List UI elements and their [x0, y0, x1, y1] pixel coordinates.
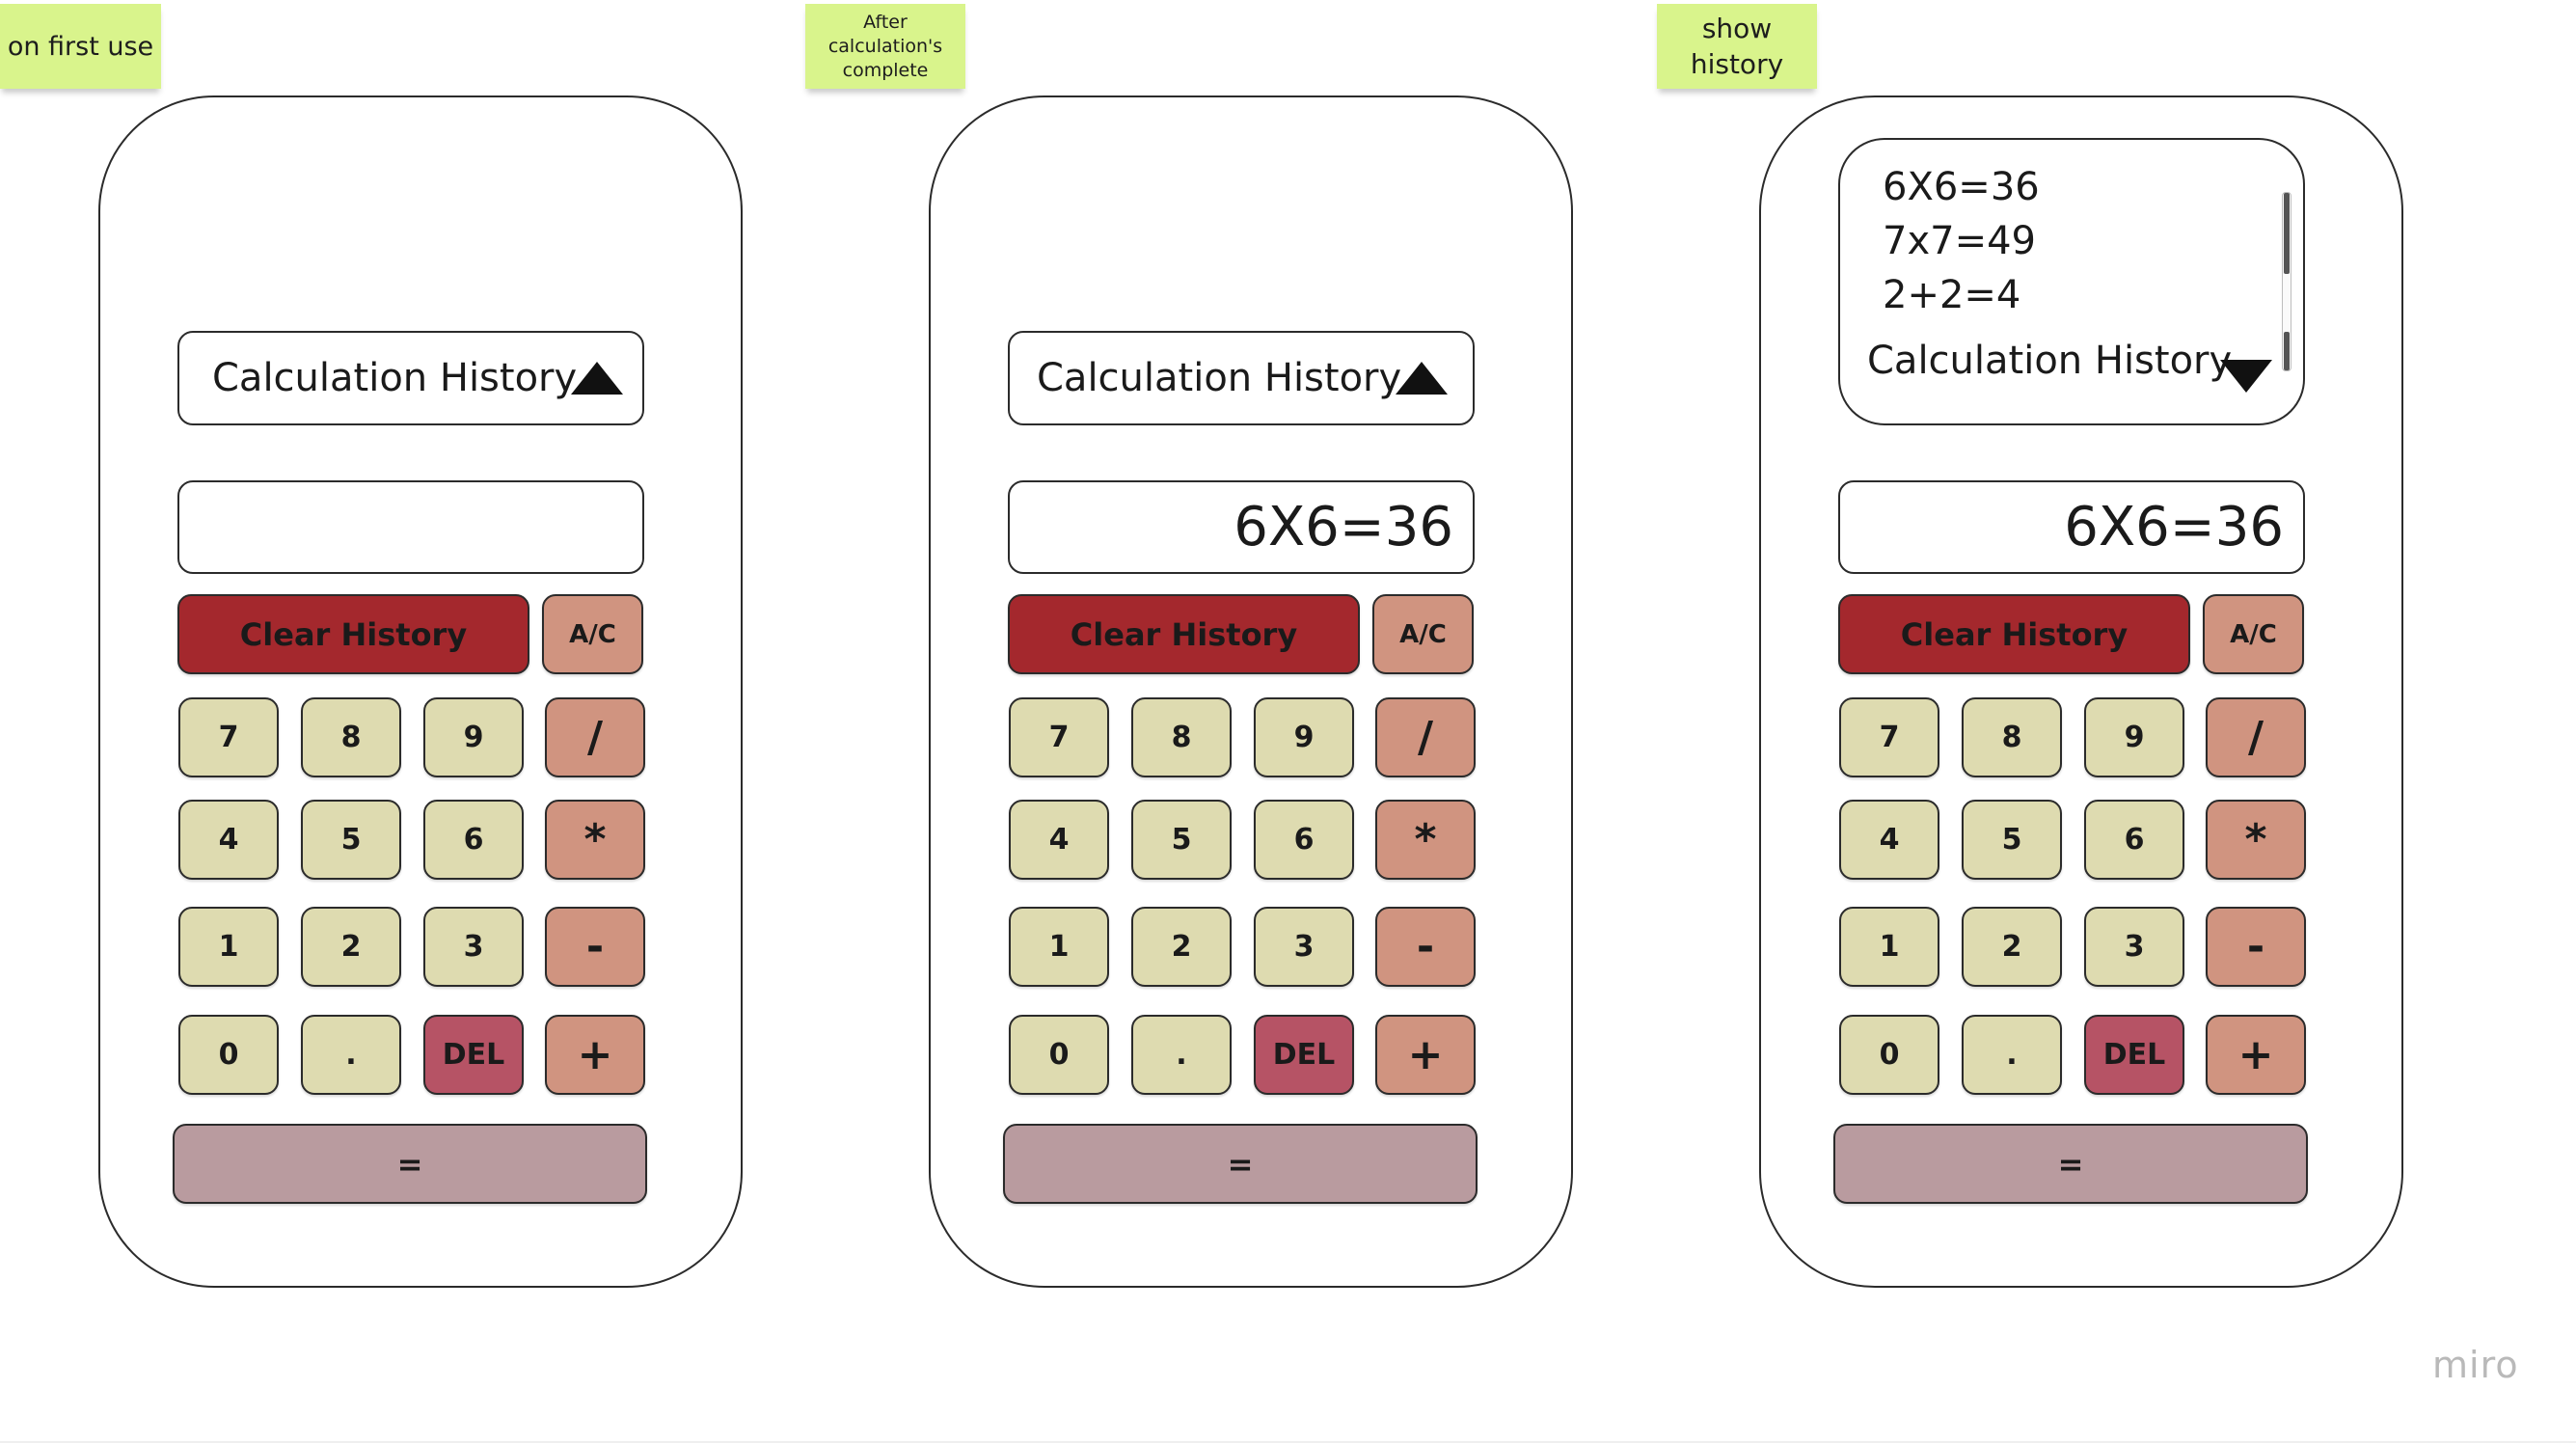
digit-1-button[interactable]: 1: [1009, 907, 1109, 987]
digit-2-button[interactable]: 2: [301, 907, 401, 987]
digit-2-button[interactable]: 2: [1962, 907, 2062, 987]
digit-5-button[interactable]: 5: [301, 800, 401, 880]
digit-1-button[interactable]: 1: [178, 907, 279, 987]
calculator-mockup-after-calculation: Calculation History 6X6=36 Clear History…: [929, 95, 1573, 1288]
divide-button[interactable]: /: [2206, 697, 2306, 777]
digit-3-button[interactable]: 3: [423, 907, 524, 987]
digit-4-button[interactable]: 4: [1009, 800, 1109, 880]
decimal-point-button[interactable]: .: [301, 1015, 401, 1095]
digit-5-button[interactable]: 5: [1131, 800, 1232, 880]
digit-8-button[interactable]: 8: [301, 697, 401, 777]
digit-6-button[interactable]: 6: [2084, 800, 2184, 880]
delete-button[interactable]: DEL: [2084, 1015, 2184, 1095]
equals-button[interactable]: =: [1833, 1124, 2308, 1204]
digit-1-button[interactable]: 1: [1839, 907, 1939, 987]
subtract-button[interactable]: -: [1375, 907, 1476, 987]
digit-7-button[interactable]: 7: [1839, 697, 1939, 777]
calculation-history-label: Calculation History: [1867, 339, 2233, 383]
digit-9-button[interactable]: 9: [2084, 697, 2184, 777]
expand-up-arrow-icon: [571, 362, 623, 395]
calculator-display: [177, 480, 644, 574]
digit-7-button[interactable]: 7: [1009, 697, 1109, 777]
digit-9-button[interactable]: 9: [423, 697, 524, 777]
digit-4-button[interactable]: 4: [1839, 800, 1939, 880]
calculator-mockup-first-use: Calculation History Clear History A/C 7 …: [98, 95, 743, 1288]
subtract-button[interactable]: -: [545, 907, 645, 987]
history-scrollbar[interactable]: [2282, 192, 2291, 371]
all-clear-button[interactable]: A/C: [2203, 594, 2304, 674]
multiply-button[interactable]: *: [545, 800, 645, 880]
expand-up-arrow-icon: [1396, 362, 1448, 395]
decimal-point-button[interactable]: .: [1962, 1015, 2062, 1095]
digit-0-button[interactable]: 0: [178, 1015, 279, 1095]
digit-0-button[interactable]: 0: [1839, 1015, 1939, 1095]
sticky-note-text: show history: [1690, 13, 1784, 80]
divide-button[interactable]: /: [545, 697, 645, 777]
digit-7-button[interactable]: 7: [178, 697, 279, 777]
multiply-button[interactable]: *: [2206, 800, 2306, 880]
calculator-display: 6X6=36: [1008, 480, 1475, 574]
equals-button[interactable]: =: [1003, 1124, 1478, 1204]
clear-history-button[interactable]: Clear History: [1838, 594, 2190, 674]
delete-button[interactable]: DEL: [423, 1015, 524, 1095]
digit-8-button[interactable]: 8: [1131, 697, 1232, 777]
history-entry: 2+2=4: [1883, 273, 2021, 317]
add-button[interactable]: +: [2206, 1015, 2306, 1095]
digit-2-button[interactable]: 2: [1131, 907, 1232, 987]
calculator-display: 6X6=36: [1838, 480, 2305, 574]
history-entry: 6X6=36: [1883, 165, 2040, 209]
digit-6-button[interactable]: 6: [1254, 800, 1354, 880]
delete-button[interactable]: DEL: [1254, 1015, 1354, 1095]
all-clear-button[interactable]: A/C: [542, 594, 643, 674]
digit-4-button[interactable]: 4: [178, 800, 279, 880]
miro-watermark-logo: miro: [2432, 1344, 2519, 1386]
divide-button[interactable]: /: [1375, 697, 1476, 777]
sticky-note-show-history: show history: [1657, 4, 1817, 89]
history-scrollbar-thumb[interactable]: [2284, 193, 2290, 274]
sticky-note-first-use: on first use: [0, 4, 161, 89]
digit-0-button[interactable]: 0: [1009, 1015, 1109, 1095]
display-value: 6X6=36: [2064, 496, 2284, 559]
digit-6-button[interactable]: 6: [423, 800, 524, 880]
calculation-history-label: Calculation History: [212, 356, 578, 400]
calculation-history-label: Calculation History: [1037, 356, 1402, 400]
sticky-note-text: on first use: [7, 31, 154, 62]
add-button[interactable]: +: [1375, 1015, 1476, 1095]
digit-3-button[interactable]: 3: [1254, 907, 1354, 987]
calculation-history-toggle[interactable]: Calculation History: [1008, 331, 1475, 425]
clear-history-button[interactable]: Clear History: [177, 594, 529, 674]
calculation-history-toggle[interactable]: Calculation History: [177, 331, 644, 425]
subtract-button[interactable]: -: [2206, 907, 2306, 987]
sticky-note-text: After calculation's complete: [827, 11, 943, 81]
collapse-down-arrow-icon[interactable]: [2220, 360, 2272, 393]
clear-history-button[interactable]: Clear History: [1008, 594, 1360, 674]
history-scrollbar-thumb[interactable]: [2284, 332, 2290, 370]
digit-8-button[interactable]: 8: [1962, 697, 2062, 777]
canvas-bottom-divider: [0, 1441, 2576, 1443]
display-value: 6X6=36: [1234, 496, 1453, 559]
history-entry: 7x7=49: [1883, 219, 2036, 263]
all-clear-button[interactable]: A/C: [1372, 594, 1474, 674]
equals-button[interactable]: =: [173, 1124, 647, 1204]
digit-9-button[interactable]: 9: [1254, 697, 1354, 777]
sticky-note-after-calculation: After calculation's complete: [805, 4, 965, 89]
calculator-mockup-show-history: 6X6=36 7x7=49 2+2=4 Calculation History …: [1759, 95, 2403, 1288]
multiply-button[interactable]: *: [1375, 800, 1476, 880]
calculation-history-panel[interactable]: 6X6=36 7x7=49 2+2=4 Calculation History: [1838, 138, 2305, 425]
decimal-point-button[interactable]: .: [1131, 1015, 1232, 1095]
digit-3-button[interactable]: 3: [2084, 907, 2184, 987]
add-button[interactable]: +: [545, 1015, 645, 1095]
digit-5-button[interactable]: 5: [1962, 800, 2062, 880]
